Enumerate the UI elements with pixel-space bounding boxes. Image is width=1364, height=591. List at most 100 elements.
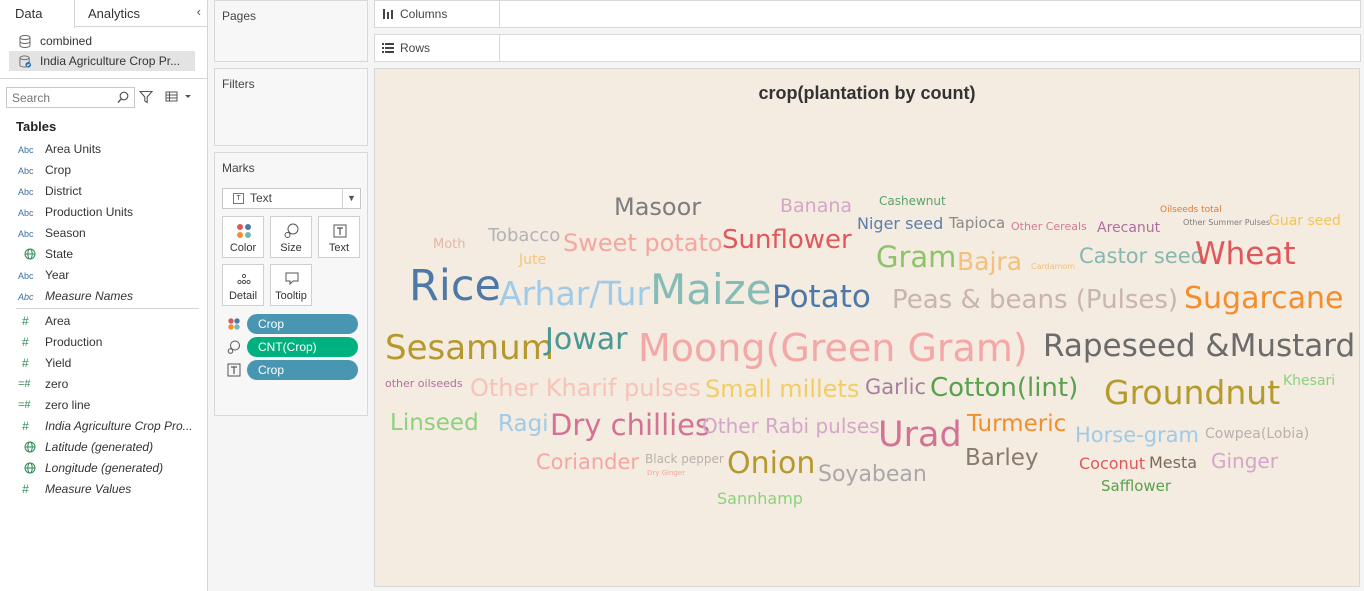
word-jowar[interactable]: Jowar [545,325,627,355]
word-arhar-tur[interactable]: Arhar/Tur [499,277,650,310]
text-button[interactable]: Text [318,216,360,258]
word-onion[interactable]: Onion [727,449,815,479]
columns-shelf-label: Columns [375,1,500,27]
word-turmeric[interactable]: Turmeric [967,413,1066,436]
word-soyabean[interactable]: Soyabean [818,464,927,486]
word-ragi[interactable]: Ragi [498,413,549,436]
word-sweet-potato[interactable]: Sweet potato [563,231,723,255]
view-options-icon[interactable] [165,91,191,103]
word-other-oilseeds[interactable]: other oilseeds [385,378,463,389]
tab-analytics[interactable]: Analytics [75,0,155,27]
field-production-units[interactable]: Abc Production Units [0,202,207,223]
word-coconut[interactable]: Coconut [1079,456,1145,472]
word-barley[interactable]: Barley [965,447,1038,470]
field-year[interactable]: Abc Year [0,265,207,286]
word-cotton-lint[interactable]: Cotton(lint) [930,375,1078,401]
word-other-rabi-pulses[interactable]: Other Rabi pulses [702,416,880,436]
word-small-millets[interactable]: Small millets [705,377,859,401]
viz-title[interactable]: crop(plantation by count) [375,83,1359,104]
word-jute[interactable]: Jute [519,253,546,267]
word-cardamom[interactable]: Cardamom [1031,263,1075,271]
word-other-summer-pulses[interactable]: Other Summer Pulses [1183,219,1270,227]
word-wheat[interactable]: Wheat [1195,239,1296,270]
columns-shelf[interactable]: Columns [374,0,1361,28]
word-peas-beans-pulses[interactable]: Peas & beans (Pulses) [892,287,1178,313]
mark-type-select[interactable]: T Text ▼ [222,188,361,209]
word-garlic[interactable]: Garlic [865,377,926,398]
word-other-kharif-pulses[interactable]: Other Kharif pulses [470,376,701,400]
word-maize[interactable]: Maize [650,269,772,311]
word-masoor[interactable]: Masoor [614,195,701,219]
field-longitude-generated[interactable]: Longitude (generated) [0,458,207,479]
word-rice[interactable]: Rice [409,265,501,308]
field-season[interactable]: Abc Season [0,223,207,244]
search-icon[interactable] [117,91,129,104]
field-india-agriculture-crop-pro[interactable]: # India Agriculture Crop Pro... [0,416,207,437]
field-crop[interactable]: Abc Crop [0,160,207,181]
viz-area[interactable]: crop(plantation by count) Masoor Banana Ca… [374,68,1360,587]
color-button[interactable]: Color [222,216,264,258]
cnt-crop-size-pill[interactable]: CNT(Crop) [247,337,358,357]
field-district[interactable]: Abc District [0,181,207,202]
search-input[interactable] [7,88,111,107]
detail-button[interactable]: Detail [222,264,264,306]
word-moth[interactable]: Moth [433,238,466,251]
word-arecanut[interactable]: Arecanut [1097,221,1160,235]
rows-shelf[interactable]: Rows [374,34,1361,62]
word-gram[interactable]: Gram [876,243,956,272]
word-niger-seed[interactable]: Niger seed [857,216,943,232]
word-guar-seed[interactable]: Guar seed [1269,214,1341,228]
word-moong-green-gram[interactable]: Moong(Green Gram) [638,329,1028,367]
word-potato[interactable]: Potato [772,282,871,313]
word-groundnut[interactable]: Groundnut [1104,376,1280,409]
pages-card[interactable]: Pages [214,0,368,62]
collapse-pane-icon[interactable]: ‹ [197,4,201,19]
filters-card[interactable]: Filters [214,68,368,146]
field-latitude-generated[interactable]: Latitude (generated) [0,437,207,458]
field-area-units[interactable]: Abc Area Units [0,139,207,160]
word-dry-ginger[interactable]: Dry Ginger [647,470,685,477]
word-sugarcane[interactable]: Sugarcane [1184,284,1344,314]
word-banana[interactable]: Banana [780,197,852,216]
filter-icon[interactable] [139,90,153,104]
crop-text-pill[interactable]: Crop [247,360,358,380]
word-horse-gram[interactable]: Horse-gram [1075,425,1199,446]
field-production[interactable]: # Production [0,332,207,353]
field-zero-line[interactable]: =# zero line [0,395,207,416]
crop-color-pill[interactable]: Crop [247,314,358,334]
field-area[interactable]: # Area [0,311,207,332]
datasource-item-selected[interactable]: India Agriculture Crop Pr... [9,51,195,71]
word-coriander[interactable]: Coriander [536,452,639,473]
word-bajra[interactable]: Bajra [957,249,1022,274]
word-sannhamp[interactable]: Sannhamp [717,491,803,507]
size-button[interactable]: Size [270,216,312,258]
word-khesari[interactable]: Khesari [1283,374,1335,388]
word-rapeseed-mustard[interactable]: Rapeseed &Mustard [1043,331,1355,362]
word-tobacco[interactable]: Tobacco [488,227,560,245]
word-black-pepper[interactable]: Black pepper [645,453,724,465]
word-cowpea-lobia[interactable]: Cowpea(Lobia) [1205,427,1309,441]
text-button-label: Text [328,242,350,254]
word-sesamum[interactable]: Sesamum [385,331,554,365]
word-linseed[interactable]: Linseed [390,412,479,435]
word-mesta[interactable]: Mesta [1149,455,1197,471]
field-measure-values[interactable]: # Measure Values [0,479,207,500]
word-sunflower[interactable]: Sunflower [722,227,852,253]
field-zero[interactable]: =# zero [0,374,207,395]
word-other-cereals[interactable]: Other Cereals [1011,221,1087,232]
tab-data[interactable]: Data [0,0,75,28]
word-oilseeds-total[interactable]: Oilseeds total [1160,206,1222,215]
tooltip-button[interactable]: Tooltip [270,264,312,306]
word-safflower[interactable]: Safflower [1101,479,1171,494]
word-castor-seed[interactable]: Castor seed [1079,246,1204,267]
field-state[interactable]: State [0,244,207,265]
word-cashewnut[interactable]: Cashewnut [879,195,946,207]
word-tapioca[interactable]: Tapioca [949,216,1005,231]
datasource-item[interactable]: combined [9,31,195,51]
field-measure-names[interactable]: Abc Measure Names [0,286,207,307]
word-dry-chillies[interactable]: Dry chillies [550,411,710,440]
word-urad[interactable]: Urad [878,418,962,453]
word-ginger[interactable]: Ginger [1211,451,1278,471]
chevron-down-icon[interactable]: ▼ [342,189,360,208]
field-yield[interactable]: # Yield [0,353,207,374]
